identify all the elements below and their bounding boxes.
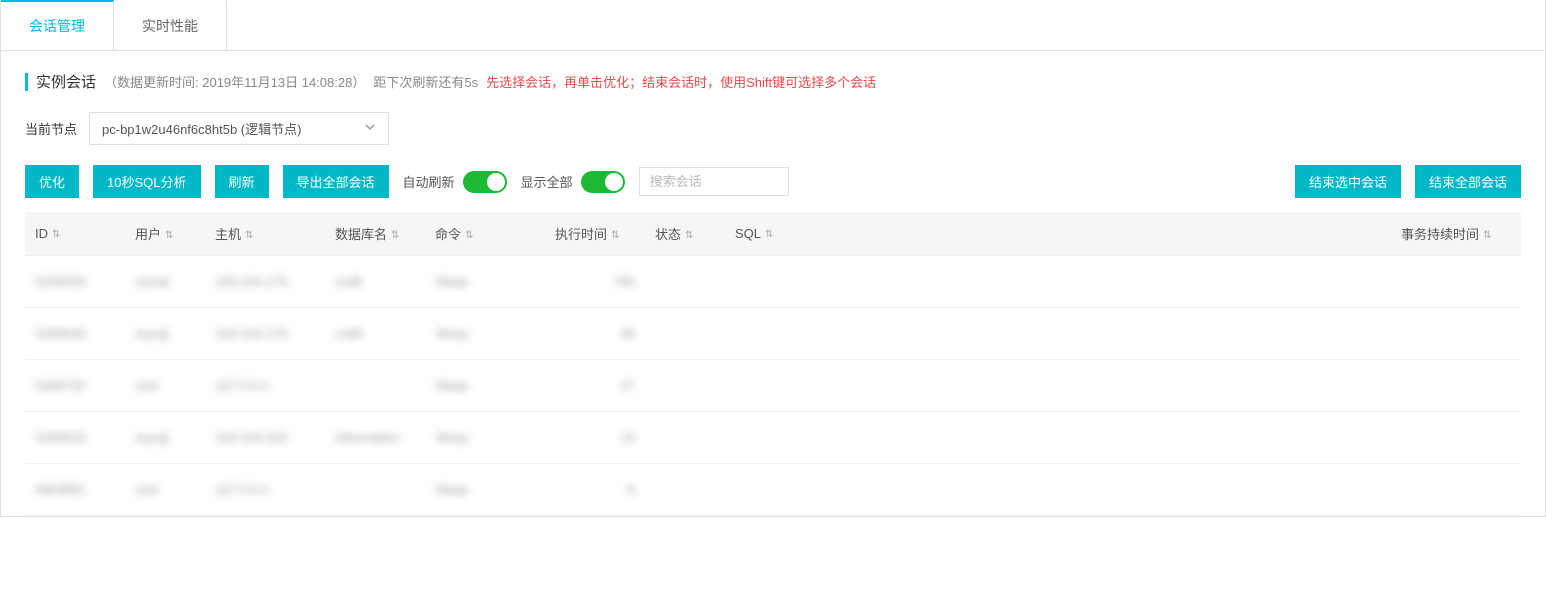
cell-id: 5289732 bbox=[25, 360, 125, 412]
table-row[interactable]: 5289732root127.0.0.1 Sleep27 bbox=[25, 360, 1521, 412]
cell-state bbox=[645, 464, 725, 516]
cell-db: information bbox=[325, 412, 425, 464]
cell-id: 5293020 bbox=[25, 256, 125, 308]
cell-id: 5293045 bbox=[25, 308, 125, 360]
cell-user: mysql bbox=[125, 412, 205, 464]
cell-cmd: Sleep bbox=[425, 308, 545, 360]
chevron-down-icon bbox=[364, 121, 376, 136]
hint-text: 先选择会话，再单击优化；结束会话时，使用Shift键可选择多个会话 bbox=[486, 72, 876, 91]
cell-user: root bbox=[125, 464, 205, 516]
page-header: 实例会话 （数据更新时间: 2019年11月13日 14:08:28） 距下次刷… bbox=[25, 71, 1521, 92]
page-title: 实例会话 bbox=[36, 71, 96, 92]
col-header-state[interactable]: 状态⇅ bbox=[645, 212, 725, 256]
cell-host: 127.0.0.1 bbox=[205, 464, 325, 516]
end-all-button[interactable]: 结束全部会话 bbox=[1415, 165, 1521, 198]
tab-realtime[interactable]: 实时性能 bbox=[114, 0, 227, 50]
cell-tx bbox=[1391, 464, 1521, 516]
cell-exec_time: 58 bbox=[545, 308, 645, 360]
tab-bar: 会话管理 实时性能 bbox=[1, 0, 1545, 51]
col-header-db[interactable]: 数据库名⇅ bbox=[325, 212, 425, 256]
col-header-sql[interactable]: SQL⇅ bbox=[725, 212, 1391, 256]
cell-id: 5293020 bbox=[25, 412, 125, 464]
update-time-text: （数据更新时间: 2019年11月13日 14:08:28） bbox=[104, 72, 365, 91]
cell-state bbox=[645, 360, 725, 412]
cell-host: 100.104.202. bbox=[205, 412, 325, 464]
cell-db bbox=[325, 464, 425, 516]
auto-refresh-toggle[interactable] bbox=[463, 171, 507, 193]
cell-exec_time: 8 bbox=[545, 464, 645, 516]
cell-tx bbox=[1391, 412, 1521, 464]
end-selected-button[interactable]: 结束选中会话 bbox=[1295, 165, 1401, 198]
col-header-tx[interactable]: 事务持续时间⇅ bbox=[1391, 212, 1521, 256]
cell-cmd: Sleep bbox=[425, 412, 545, 464]
optimize-button[interactable]: 优化 bbox=[25, 165, 79, 198]
cell-tx bbox=[1391, 308, 1521, 360]
export-all-button[interactable]: 导出全部会话 bbox=[283, 165, 389, 198]
cell-cmd: Sleep bbox=[425, 464, 545, 516]
sort-icon: ⇅ bbox=[245, 230, 253, 241]
cell-db: cndlt bbox=[325, 256, 425, 308]
sort-icon: ⇅ bbox=[611, 230, 619, 241]
toolbar: 优化 10秒SQL分析 刷新 导出全部会话 自动刷新 显示全部 结束选中会话 结… bbox=[25, 165, 1521, 198]
sort-icon: ⇅ bbox=[391, 230, 399, 241]
cell-tx bbox=[1391, 256, 1521, 308]
ten-sec-sql-button[interactable]: 10秒SQL分析 bbox=[93, 165, 200, 198]
cell-sql bbox=[725, 412, 1391, 464]
cell-cmd: Sleep bbox=[425, 360, 545, 412]
title-accent-bar bbox=[25, 73, 28, 91]
table-row[interactable]: 5293020mysql100.104.202.informationSleep… bbox=[25, 412, 1521, 464]
countdown-text: 距下次刷新还有5s bbox=[373, 72, 478, 91]
cell-id: 4863891 bbox=[25, 464, 125, 516]
node-label: 当前节点 bbox=[25, 119, 77, 138]
cell-state bbox=[645, 412, 725, 464]
cell-cmd: Sleep bbox=[425, 256, 545, 308]
cell-db bbox=[325, 360, 425, 412]
cell-db: cndlt bbox=[325, 308, 425, 360]
cell-sql bbox=[725, 256, 1391, 308]
tab-session[interactable]: 会话管理 bbox=[1, 0, 114, 50]
cell-sql bbox=[725, 360, 1391, 412]
cell-user: mysql bbox=[125, 308, 205, 360]
cell-user: mysql bbox=[125, 256, 205, 308]
col-header-exec-time[interactable]: 执行时间⇅ bbox=[545, 212, 645, 256]
node-selector-row: 当前节点 pc-bp1w2u46nf6c8ht5b (逻辑节点) bbox=[25, 112, 1521, 145]
table-row[interactable]: 4863891root127.0.0.1 Sleep8 bbox=[25, 464, 1521, 516]
cell-sql bbox=[725, 464, 1391, 516]
sort-icon: ⇅ bbox=[465, 230, 473, 241]
sort-icon: ⇅ bbox=[52, 229, 60, 240]
col-header-user[interactable]: 用户⇅ bbox=[125, 212, 205, 256]
cell-state bbox=[645, 256, 725, 308]
sort-icon: ⇅ bbox=[1483, 230, 1491, 241]
table-row[interactable]: 5293045mysql100.104.175.cndltSleep58 bbox=[25, 308, 1521, 360]
sort-icon: ⇅ bbox=[165, 230, 173, 241]
cell-host: 127.0.0.1 bbox=[205, 360, 325, 412]
cell-state bbox=[645, 308, 725, 360]
col-header-host[interactable]: 主机⇅ bbox=[205, 212, 325, 256]
auto-refresh-label: 自动刷新 bbox=[403, 172, 455, 191]
cell-exec_time: 793 bbox=[545, 256, 645, 308]
sort-icon: ⇅ bbox=[765, 229, 773, 240]
cell-user: root bbox=[125, 360, 205, 412]
cell-host: 100.104.175. bbox=[205, 256, 325, 308]
search-input[interactable] bbox=[639, 167, 789, 196]
node-select[interactable]: pc-bp1w2u46nf6c8ht5b (逻辑节点) bbox=[89, 112, 389, 145]
cell-exec_time: 14 bbox=[545, 412, 645, 464]
sort-icon: ⇅ bbox=[685, 230, 693, 241]
show-all-label: 显示全部 bbox=[521, 172, 573, 191]
show-all-toggle[interactable] bbox=[581, 171, 625, 193]
cell-sql bbox=[725, 308, 1391, 360]
cell-exec_time: 27 bbox=[545, 360, 645, 412]
table-row[interactable]: 5293020mysql100.104.175.cndltSleep793 bbox=[25, 256, 1521, 308]
col-header-cmd[interactable]: 命令⇅ bbox=[425, 212, 545, 256]
node-select-value: pc-bp1w2u46nf6c8ht5b (逻辑节点) bbox=[102, 119, 301, 138]
cell-tx bbox=[1391, 360, 1521, 412]
session-table: ID⇅ 用户⇅ 主机⇅ 数据库名⇅ 命令⇅ 执行时间⇅ 状态⇅ SQL⇅ 事务持… bbox=[25, 212, 1521, 516]
col-header-id[interactable]: ID⇅ bbox=[25, 212, 125, 256]
cell-host: 100.104.175. bbox=[205, 308, 325, 360]
refresh-button[interactable]: 刷新 bbox=[215, 165, 269, 198]
